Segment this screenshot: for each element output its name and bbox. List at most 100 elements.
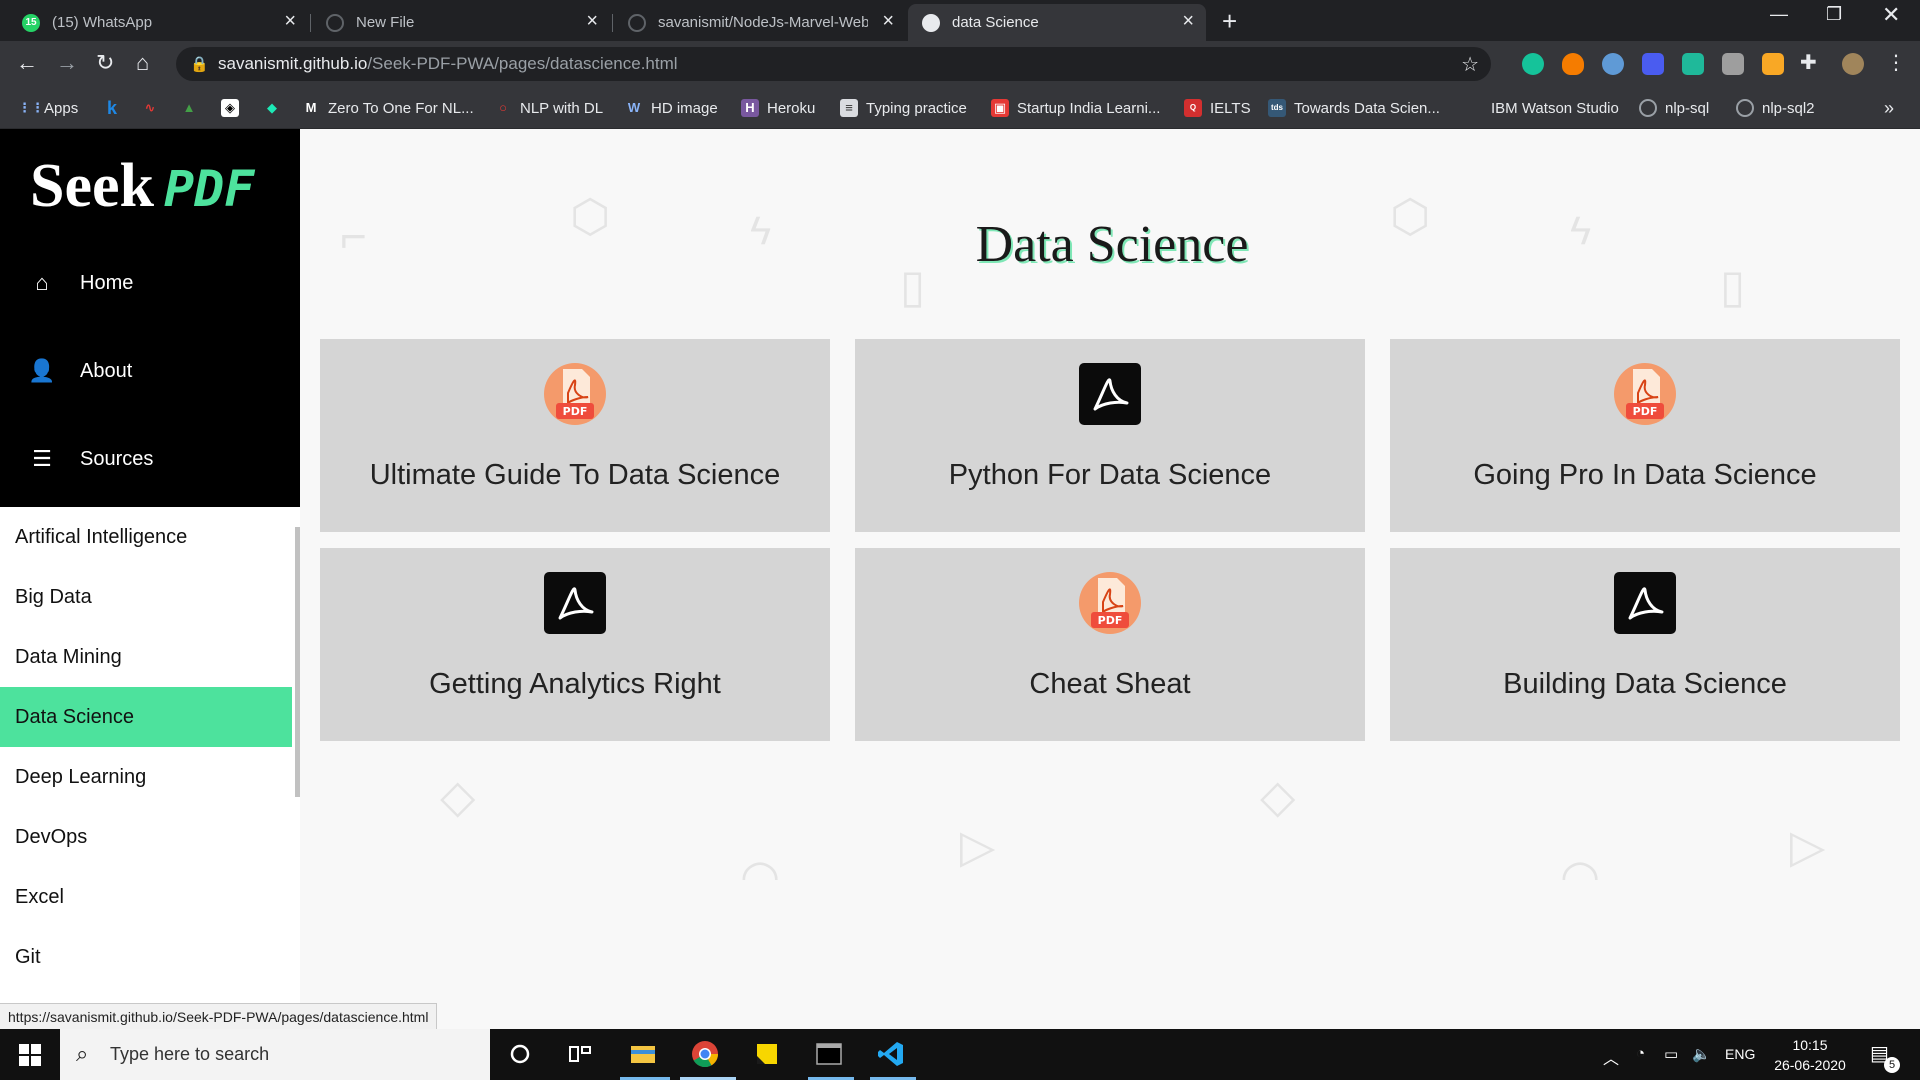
chrome-icon[interactable] — [690, 1039, 720, 1069]
search-icon: ⌕ — [76, 1041, 89, 1066]
messenger-extension-icon[interactable] — [1642, 53, 1664, 75]
bookmark-ielts[interactable]: Q IELTS — [1184, 88, 1251, 128]
tab-label: New File — [356, 14, 415, 31]
more-menu-icon[interactable]: ⋮ — [1886, 50, 1906, 75]
show-hidden-icons-chevron[interactable]: ︿ — [1603, 1045, 1619, 1069]
card-title: Cheat Sheat — [1029, 668, 1191, 700]
close-tab-icon[interactable]: × — [1182, 10, 1194, 33]
address-bar[interactable]: 🔒 savanismit.github.io/Seek-PDF-PWA/page… — [176, 47, 1491, 81]
language-indicator[interactable]: ENG — [1725, 1046, 1755, 1062]
tab-data-science[interactable]: data Science × — [908, 4, 1206, 41]
svg-text:PDF: PDF — [1633, 405, 1658, 418]
acrobat-icon — [1079, 363, 1141, 425]
nav-about[interactable]: 👤 About — [0, 331, 300, 411]
close-window-icon[interactable]: ✕ — [1882, 2, 1900, 28]
tab-new-file[interactable]: New File × — [312, 4, 610, 41]
taskbar-clock[interactable]: 10:15 26-06-2020 — [1765, 1035, 1855, 1075]
pdf-card[interactable]: PDF Going Pro In Data Science — [1390, 339, 1900, 532]
vscode-icon[interactable] — [876, 1039, 906, 1069]
box-extension-icon[interactable] — [1762, 53, 1784, 75]
minimize-icon[interactable]: — — [1770, 4, 1788, 25]
tab-label: savanismit/NodeJs-Marvel-Webs — [658, 14, 868, 31]
puzzle-extensions-icon[interactable]: ✚ — [1800, 50, 1822, 74]
reload-icon[interactable]: ↻ — [96, 50, 114, 76]
category-devops[interactable]: DevOps — [0, 807, 292, 867]
pdf-card[interactable]: Getting Analytics Right — [320, 548, 830, 741]
close-tab-icon[interactable]: × — [882, 10, 894, 33]
sticky-notes-icon[interactable] — [752, 1039, 782, 1069]
bookmark-startup[interactable]: ▣ Startup India Learni... — [991, 88, 1160, 128]
arc-deco-icon: ◠ — [1560, 850, 1601, 902]
home-browser-icon[interactable]: ⌂ — [136, 50, 149, 76]
profile-avatar[interactable] — [1842, 53, 1864, 75]
bookmark-mountain[interactable]: ▲ — [180, 88, 206, 128]
bookmark-leaf[interactable]: ◆ — [263, 88, 289, 128]
volume-icon[interactable]: 🔈 — [1692, 1045, 1711, 1063]
pdf-card[interactable]: PDF Ultimate Guide To Data Science — [320, 339, 830, 532]
bookmark-label: Towards Data Scien... — [1294, 99, 1440, 117]
bookmarks-bar: ⋮⋮ Apps k ∿ ▲ ◈ ◆ M Zero To One For NL... … — [0, 88, 1920, 129]
bookmark-chart[interactable]: ∿ — [141, 88, 167, 128]
acrobat-icon — [1614, 572, 1676, 634]
nav-sources[interactable]: ☰ Sources — [0, 419, 300, 499]
category-excel[interactable]: Excel — [0, 867, 292, 927]
battery-icon[interactable]: ▭ — [1664, 1045, 1678, 1063]
file-explorer-icon[interactable] — [628, 1039, 658, 1069]
bookmark-typing[interactable]: ≡ Typing practice — [840, 88, 967, 128]
category-big-data[interactable]: Big Data — [0, 567, 292, 627]
bookmark-ibm-watson[interactable]: IBM Watson Studio — [1465, 88, 1619, 128]
bookmark-nlp-sql[interactable]: nlp-sql — [1639, 88, 1709, 128]
grammarly-extension-icon[interactable] — [1522, 53, 1544, 75]
bookmark-hd-image[interactable]: W HD image — [625, 88, 718, 128]
shield-extension-icon[interactable] — [1682, 53, 1704, 75]
category-data-science[interactable]: Data Science — [0, 687, 292, 747]
bookmark-k[interactable]: k — [103, 88, 129, 128]
cortana-icon[interactable] — [505, 1039, 535, 1069]
bookmark-apps[interactable]: ⋮⋮ Apps — [18, 88, 78, 128]
cookie-extension-icon[interactable] — [1602, 53, 1624, 75]
pdf-card[interactable]: Building Data Science — [1390, 548, 1900, 741]
more-bookmarks-button[interactable]: » — [1884, 88, 1894, 128]
category-artificial-intelligence[interactable]: Artifical Intelligence — [0, 507, 292, 567]
pdf-card[interactable]: PDF Cheat Sheat — [855, 548, 1365, 741]
nav-home[interactable]: ⌂ Home — [0, 243, 300, 323]
bookmark-zero-to-one[interactable]: M Zero To One For NL... — [302, 88, 474, 128]
codepen-icon: ◈ — [221, 99, 239, 117]
tab-github-repo[interactable]: savanismit/NodeJs-Marvel-Webs × — [614, 4, 906, 41]
close-tab-icon[interactable]: × — [586, 10, 598, 33]
url-domain: savanismit.github.io — [218, 54, 368, 73]
tab-label: (15) WhatsApp — [52, 14, 153, 31]
category-deep-learning[interactable]: Deep Learning — [0, 747, 292, 807]
taskbar-search-box[interactable]: ⌕ Type here to search — [60, 1029, 490, 1080]
windows-start-icon[interactable] — [19, 1044, 41, 1066]
pdf-card[interactable]: Python For Data Science — [855, 339, 1365, 532]
bookmark-heroku[interactable]: H Heroku — [741, 88, 815, 128]
restore-icon[interactable]: ❐ — [1826, 4, 1842, 25]
bookmark-codepen[interactable]: ◈ — [221, 88, 247, 128]
bookmark-nlp-dl[interactable]: ○ NLP with DL — [494, 88, 603, 128]
bookmark-nlp-sql2[interactable]: nlp-sql2 — [1736, 88, 1815, 128]
close-tab-icon[interactable]: × — [284, 10, 296, 33]
task-view-icon[interactable] — [565, 1039, 595, 1069]
tab-whatsapp[interactable]: 15 (15) WhatsApp × — [8, 4, 308, 41]
bookmark-towards-ds[interactable]: tds Towards Data Scien... — [1268, 88, 1440, 128]
sidebar-header: Seek PDF ⌂ Home 👤 About ☰ Sources — [0, 129, 300, 507]
category-data-mining[interactable]: Data Mining — [0, 627, 292, 687]
fire-extension-icon[interactable] — [1562, 53, 1584, 75]
site-logo[interactable]: Seek PDF — [30, 151, 254, 222]
diamond-deco-icon: ◇ — [440, 770, 476, 822]
mountain-icon: ▲ — [182, 100, 196, 115]
nav-label: About — [80, 359, 133, 382]
terminal-icon[interactable] — [814, 1039, 844, 1069]
back-icon[interactable]: ← — [16, 50, 38, 76]
new-tab-button[interactable]: + — [1222, 6, 1237, 37]
clock-date: 26-06-2020 — [1774, 1057, 1846, 1073]
category-scrollbar-thumb[interactable] — [295, 527, 300, 797]
forward-icon[interactable]: → — [56, 50, 78, 76]
wifi-icon[interactable]: ◔ — [1636, 1045, 1645, 1062]
bookmark-star-icon[interactable]: ☆ — [1461, 52, 1479, 77]
r-extension-icon[interactable] — [1722, 53, 1744, 75]
pdf-file-icon: PDF — [544, 363, 606, 425]
category-git[interactable]: Git — [0, 927, 292, 987]
unsplash-icon: W — [627, 100, 641, 115]
